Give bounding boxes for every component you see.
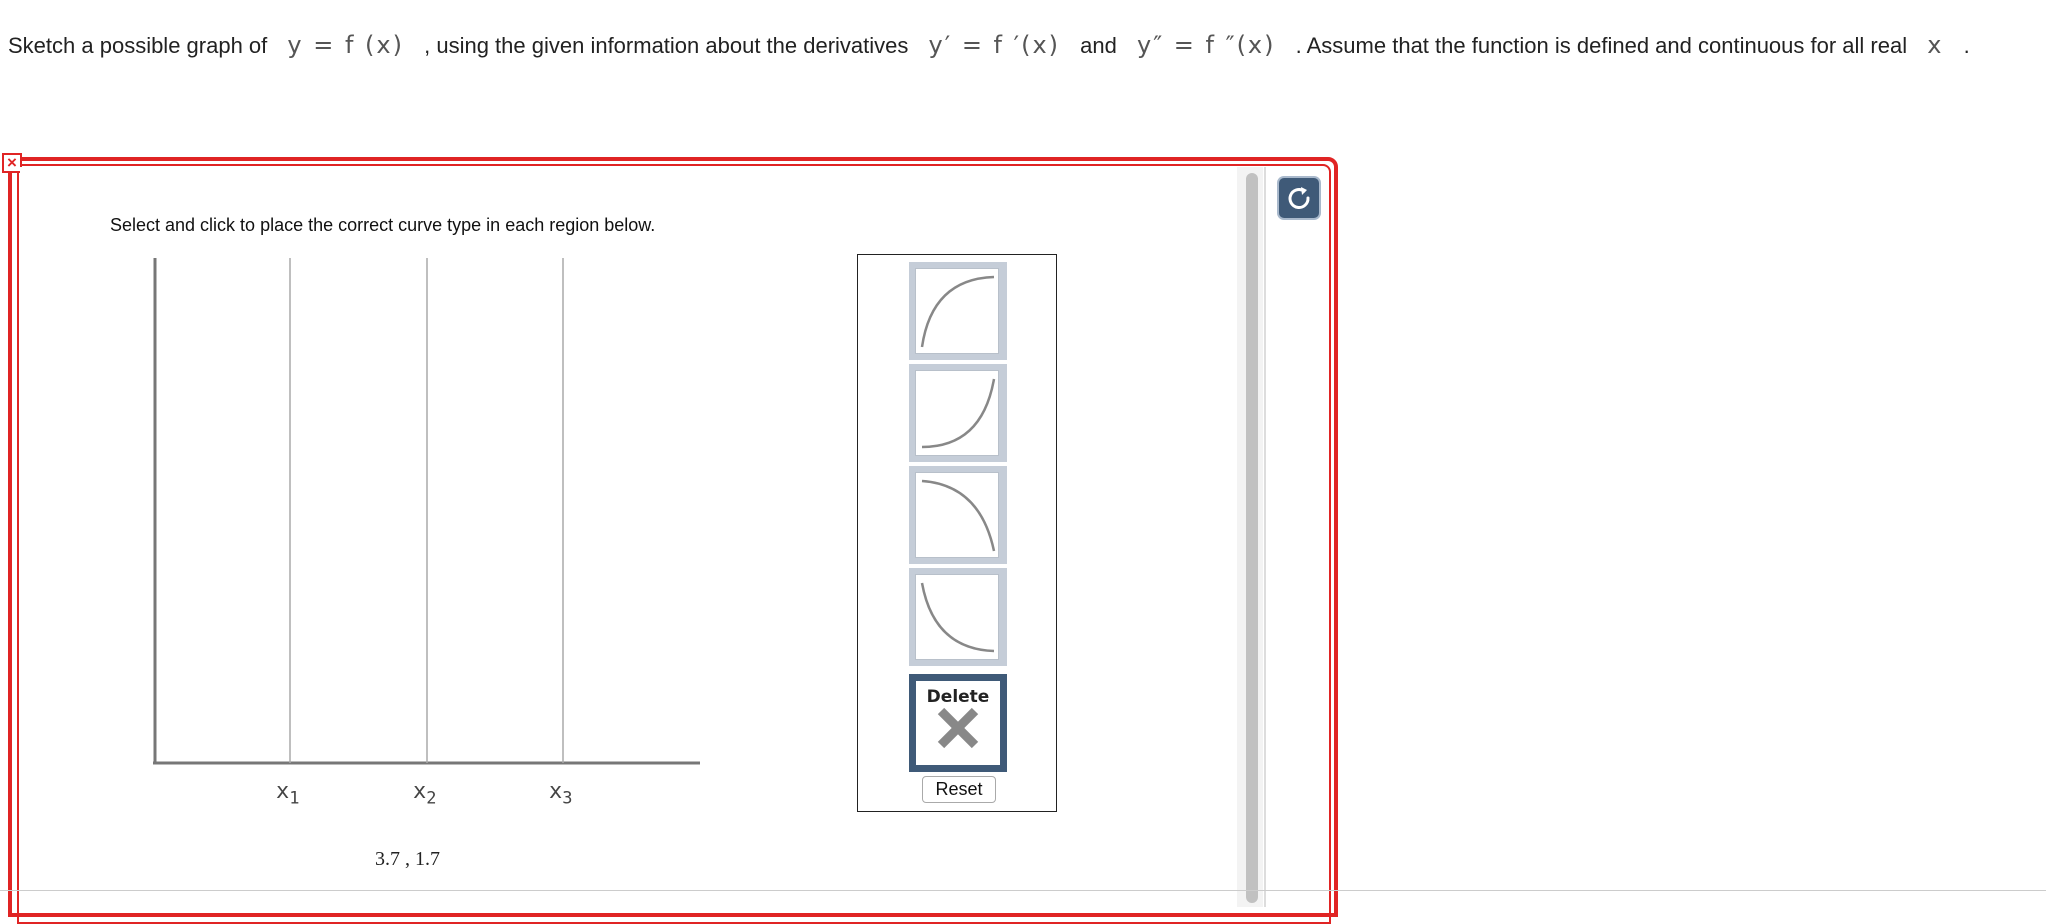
question-part-3: and (1080, 33, 1117, 58)
curve-palette: Delete Reset (857, 254, 1057, 812)
concave-up-decreasing-curve-icon (920, 582, 995, 653)
x-tick-label-3: x3 (549, 779, 573, 809)
question-part-2: , using the given information about the … (424, 33, 909, 58)
region-4[interactable] (564, 258, 698, 762)
delete-label: Delete (926, 687, 990, 707)
region-2[interactable] (291, 258, 426, 762)
curve-tile-concave-down-increasing[interactable] (909, 262, 1007, 360)
delete-tool[interactable]: Delete (909, 674, 1007, 772)
instructions: Select and click to place the correct cu… (110, 215, 656, 235)
curve-tile-concave-down-decreasing[interactable] (909, 466, 1007, 564)
math-second-derivative: y″ = f ″(x) (1136, 31, 1276, 59)
question-text: Sketch a possible graph of y = f (x) , u… (8, 12, 2038, 79)
graph-area[interactable] (140, 250, 700, 770)
coordinate-readout: 3.7 , 1.7 (375, 848, 440, 870)
side-divider (1264, 167, 1266, 907)
curve-tile-concave-up-decreasing[interactable] (909, 568, 1007, 666)
x-tick-label-1: x1 (276, 779, 300, 809)
refresh-button[interactable] (1279, 178, 1319, 218)
bottom-divider (0, 890, 2046, 891)
question-part-1: Sketch a possible graph of (8, 33, 268, 58)
reset-button[interactable]: Reset (922, 776, 996, 803)
delete-x-icon (937, 707, 979, 749)
math-first-derivative: y′ = f ′(x) (928, 31, 1061, 59)
region-3[interactable] (428, 258, 562, 762)
refresh-icon (1288, 187, 1310, 209)
question-part-4: . Assume that the function is defined an… (1295, 33, 1908, 58)
region-1[interactable] (157, 258, 289, 762)
concave-up-increasing-curve-icon (921, 378, 996, 449)
scrollbar-thumb[interactable] (1246, 173, 1258, 903)
math-x: x (1927, 31, 1944, 59)
curve-tile-concave-up-increasing[interactable] (909, 364, 1007, 462)
question-part-5: . (1963, 33, 1970, 58)
close-icon[interactable]: × (2, 153, 22, 173)
concave-down-increasing-curve-icon (920, 275, 995, 348)
math-y-equals-f-of-x: y = f (x) (287, 31, 404, 59)
x-tick-label-2: x2 (413, 779, 437, 809)
concave-down-decreasing-curve-icon (921, 479, 996, 552)
